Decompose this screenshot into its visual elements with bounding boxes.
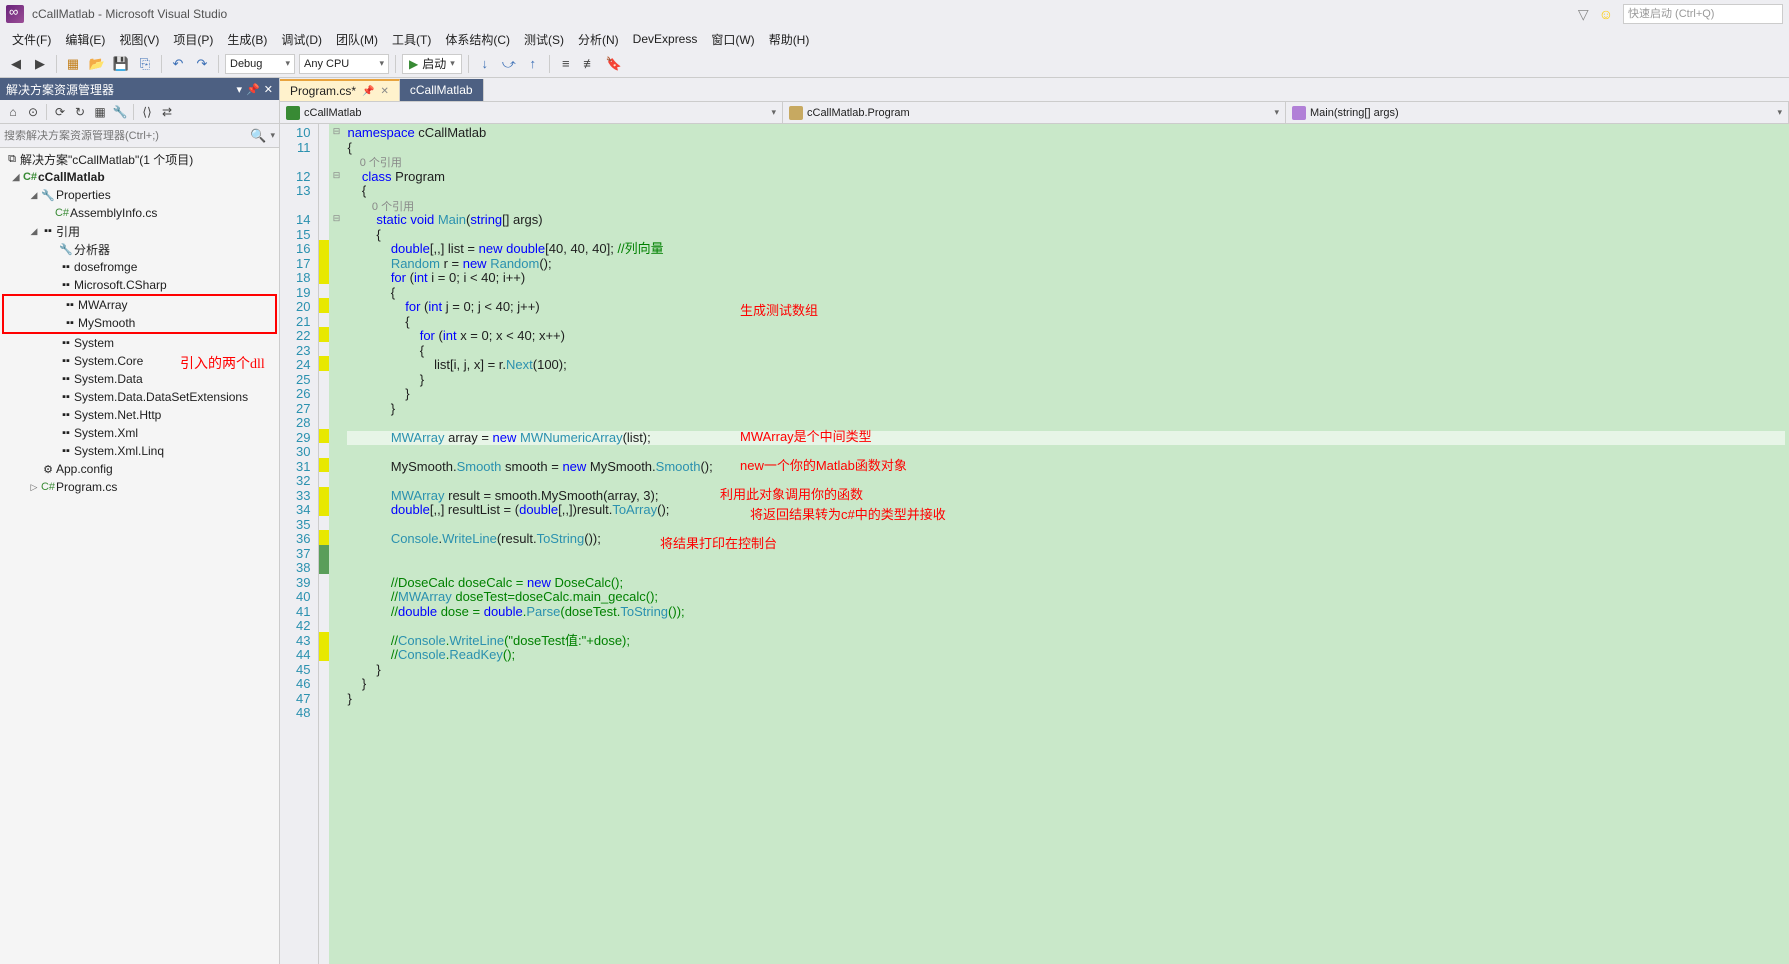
ref-sysnethttp[interactable]: ▪▪System.Net.Http xyxy=(0,406,279,424)
menubar: 文件(F) 编辑(E) 视图(V) 项目(P) 生成(B) 调试(D) 团队(M… xyxy=(0,28,1789,50)
ref-sysxmllinq[interactable]: ▪▪System.Xml.Linq xyxy=(0,442,279,460)
start-button[interactable]: ▶启动▾ xyxy=(402,54,462,74)
properties-icon[interactable]: 🔧 xyxy=(111,103,129,121)
undo-button[interactable]: ↶ xyxy=(168,54,188,74)
quick-launch-input[interactable]: 快速启动 (Ctrl+Q) xyxy=(1623,4,1783,24)
ref-dosefromge[interactable]: ▪▪dosefromge xyxy=(0,258,279,276)
menu-window[interactable]: 窗口(W) xyxy=(705,29,760,50)
ref-system[interactable]: ▪▪System xyxy=(0,334,279,352)
panel-pin-icon[interactable]: 📌 xyxy=(246,83,260,96)
fold-strip: ⊟⊟⊟ xyxy=(329,124,343,964)
search-icon[interactable]: 🔍 xyxy=(250,128,266,144)
annot-newobj: new一个你的Matlab函数对象 xyxy=(740,459,907,474)
vs-logo-icon xyxy=(6,5,24,23)
step-over-button[interactable]: ⤻ xyxy=(499,54,519,74)
scope-icon[interactable]: ⇄ xyxy=(158,103,176,121)
code-content[interactable]: namespace cCallMatlab{ 0 个引用 class Progr… xyxy=(343,124,1789,964)
menu-analyze[interactable]: 分析(N) xyxy=(572,29,625,50)
search-input[interactable] xyxy=(4,130,250,142)
annot-printout: 将结果打印在控制台 xyxy=(660,537,777,552)
new-project-button[interactable]: ▦ xyxy=(63,54,83,74)
panel-toolbar: ⌂ ⊙ ⟳ ↻ ▦ 🔧 ⟨⟩ ⇄ xyxy=(0,100,279,124)
code-editor[interactable]: 1011121314151617181920212223242526272829… xyxy=(280,124,1789,964)
solution-tree: ⧉解决方案"cCallMatlab"(1 个项目) ◢C#cCallMatlab… xyxy=(0,148,279,964)
tab-program[interactable]: Program.cs*📌✕ xyxy=(280,79,400,101)
menu-devexpress[interactable]: DevExpress xyxy=(627,30,704,48)
close-icon[interactable]: ✕ xyxy=(380,86,388,97)
step-into-button[interactable]: ↓ xyxy=(475,54,495,74)
preview-icon[interactable]: ⟨⟩ xyxy=(138,103,156,121)
menu-team[interactable]: 团队(M) xyxy=(330,29,384,50)
annot-callfunc: 利用此对象调用你的函数 xyxy=(720,488,863,503)
search-box[interactable]: 🔍 ▾ xyxy=(0,124,279,148)
marker-strip xyxy=(319,124,329,964)
ref-mwarray[interactable]: ▪▪MWArray xyxy=(4,296,275,314)
menu-view[interactable]: 视图(V) xyxy=(113,29,165,50)
nav-back-button[interactable]: ◀ xyxy=(6,54,26,74)
collapse-icon[interactable]: ⊙ xyxy=(24,103,42,121)
titlebar: cCallMatlab - Microsoft Visual Studio ▽ … xyxy=(0,0,1789,28)
menu-debug[interactable]: 调试(D) xyxy=(275,29,328,50)
annot-mwarray: MWArray是个中间类型 xyxy=(740,430,872,445)
menu-tools[interactable]: 工具(T) xyxy=(386,29,437,50)
pin-icon[interactable]: 📌 xyxy=(362,86,374,97)
menu-test[interactable]: 测试(S) xyxy=(518,29,570,50)
save-button[interactable]: 💾 xyxy=(111,54,131,74)
nav-project[interactable]: cCallMatlab xyxy=(280,102,783,123)
menu-arch[interactable]: 体系结构(C) xyxy=(439,29,516,50)
config-dropdown[interactable]: Debug xyxy=(225,54,295,74)
panel-dropdown-icon[interactable]: ▾ xyxy=(237,83,243,96)
annot-testarray: 生成测试数组 xyxy=(740,304,818,319)
nav-class[interactable]: cCallMatlab.Program xyxy=(783,102,1286,123)
solution-explorer-panel: 解决方案资源管理器 ▾ 📌 ✕ ⌂ ⊙ ⟳ ↻ ▦ 🔧 ⟨⟩ ⇄ 🔍 ▾ ⧉解决… xyxy=(0,78,280,964)
platform-dropdown[interactable]: Any CPU xyxy=(299,54,389,74)
references-node[interactable]: ◢▪▪引用 xyxy=(0,222,279,240)
feedback-icon[interactable]: ☺ xyxy=(1599,6,1613,22)
toolbar: ◀ ▶ ▦ 📂 💾 ⎘ ↶ ↷ Debug Any CPU ▶启动▾ ↓ ⤻ ↑… xyxy=(0,50,1789,78)
panel-header: 解决方案资源管理器 ▾ 📌 ✕ xyxy=(0,78,279,100)
properties-node[interactable]: ◢🔧Properties xyxy=(0,186,279,204)
save-all-button[interactable]: ⎘ xyxy=(135,54,155,74)
home-icon[interactable]: ⌂ xyxy=(4,103,22,121)
redo-button[interactable]: ↷ xyxy=(192,54,212,74)
comment-button[interactable]: ≡ xyxy=(556,54,576,74)
ref-mysmooth[interactable]: ▪▪MySmooth xyxy=(4,314,275,332)
programcs-node[interactable]: ▷C#Program.cs xyxy=(0,478,279,496)
refresh-icon[interactable]: ↻ xyxy=(71,103,89,121)
menu-help[interactable]: 帮助(H) xyxy=(763,29,816,50)
uncomment-button[interactable]: ≢ xyxy=(580,54,600,74)
annotation-dll: 引入的两个dll xyxy=(180,353,265,373)
step-out-button[interactable]: ↑ xyxy=(523,54,543,74)
editor-tabs: Program.cs*📌✕ cCallMatlab xyxy=(280,78,1789,102)
menu-build[interactable]: 生成(B) xyxy=(221,29,273,50)
ref-sysxml[interactable]: ▪▪System.Xml xyxy=(0,424,279,442)
appconfig-node[interactable]: ⚙App.config xyxy=(0,460,279,478)
menu-edit[interactable]: 编辑(E) xyxy=(59,29,111,50)
window-title: cCallMatlab - Microsoft Visual Studio xyxy=(32,7,227,21)
ref-mscharp[interactable]: ▪▪Microsoft.CSharp xyxy=(0,276,279,294)
sync-icon[interactable]: ⟳ xyxy=(51,103,69,121)
ref-sysdataext[interactable]: ▪▪System.Data.DataSetExtensions xyxy=(0,388,279,406)
solution-node[interactable]: ⧉解决方案"cCallMatlab"(1 个项目) xyxy=(0,150,279,168)
nav-fwd-button[interactable]: ▶ xyxy=(30,54,50,74)
annot-convert: 将返回结果转为c#中的类型并接收 xyxy=(750,508,946,523)
panel-close-icon[interactable]: ✕ xyxy=(264,83,273,96)
panel-title: 解决方案资源管理器 xyxy=(6,81,114,98)
nav-member[interactable]: Main(string[] args) xyxy=(1286,102,1789,123)
tab-ccall[interactable]: cCallMatlab xyxy=(400,79,484,101)
line-numbers: 1011121314151617181920212223242526272829… xyxy=(280,124,319,964)
open-file-button[interactable]: 📂 xyxy=(87,54,107,74)
ref-analyzer[interactable]: 🔧分析器 xyxy=(0,240,279,258)
assemblyinfo-node[interactable]: C#AssemblyInfo.cs xyxy=(0,204,279,222)
menu-file[interactable]: 文件(F) xyxy=(6,29,57,50)
editor-area: Program.cs*📌✕ cCallMatlab cCallMatlab cC… xyxy=(280,78,1789,964)
bookmark-button[interactable]: 🔖 xyxy=(604,54,624,74)
nav-bar: cCallMatlab cCallMatlab.Program Main(str… xyxy=(280,102,1789,124)
show-all-icon[interactable]: ▦ xyxy=(91,103,109,121)
notifications-icon[interactable]: ▽ xyxy=(1578,6,1589,23)
menu-project[interactable]: 项目(P) xyxy=(167,29,219,50)
project-node[interactable]: ◢C#cCallMatlab xyxy=(0,168,279,186)
